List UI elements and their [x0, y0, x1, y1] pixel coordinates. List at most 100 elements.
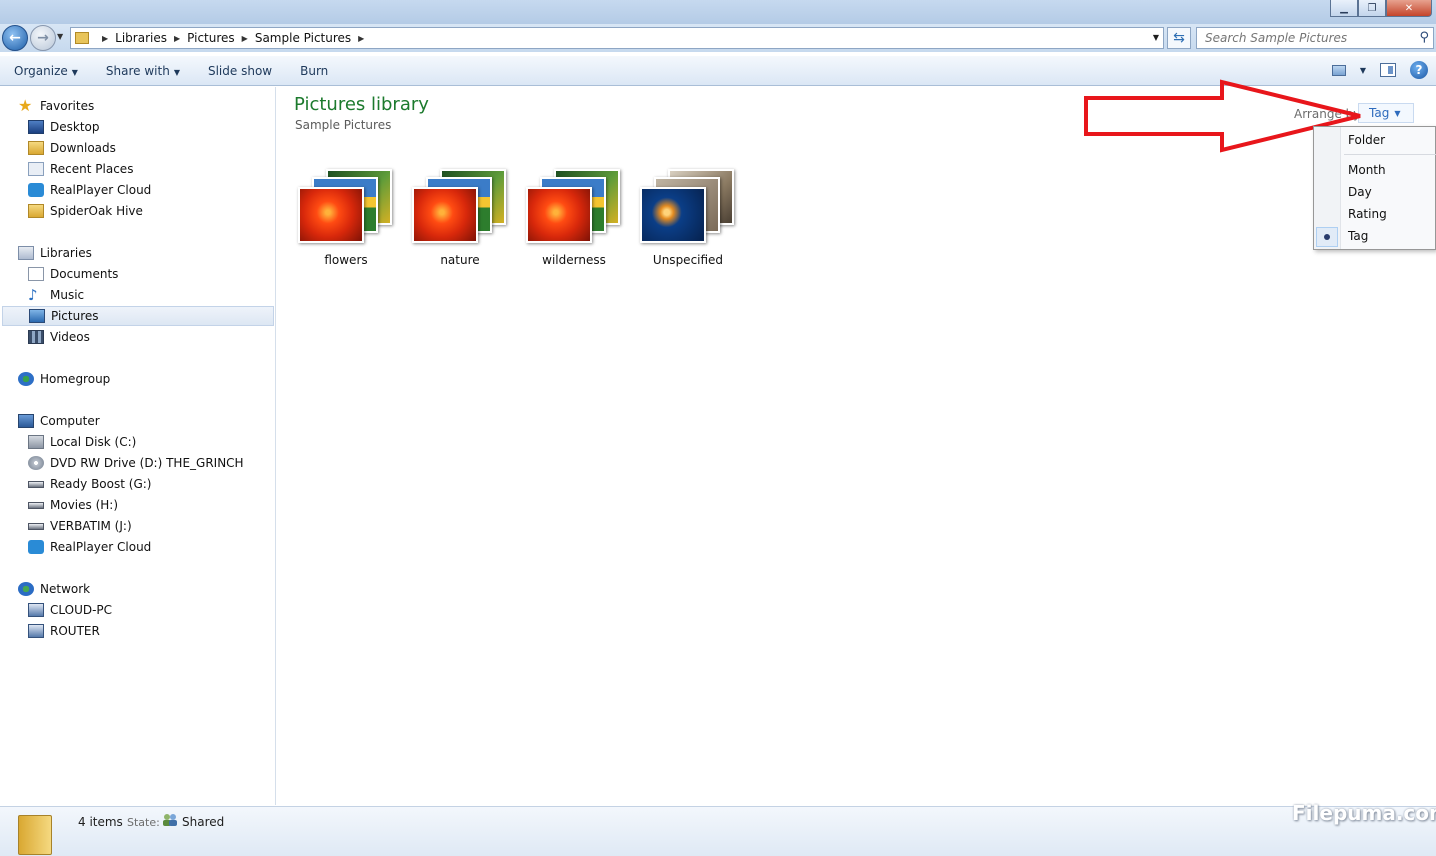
slide-show-button[interactable]: Slide show: [194, 64, 286, 78]
pictures-icon: [29, 309, 45, 323]
realplayer-cloud-icon: [28, 183, 44, 197]
breadcrumb-pictures[interactable]: Pictures: [187, 31, 235, 45]
homegroup-icon: [18, 372, 34, 386]
nav-label: Favorites: [40, 99, 95, 113]
music-note-icon: ♪: [28, 286, 38, 304]
item-count: 4 items: [78, 815, 123, 829]
nav-verbatim[interactable]: VERBATIM (J:): [28, 516, 132, 536]
computer-icon: [18, 414, 34, 428]
nav-documents[interactable]: Documents: [28, 264, 118, 284]
nav-label: SpiderOak Hive: [50, 204, 143, 218]
nav-computer[interactable]: Computer: [18, 411, 100, 431]
library-title: Pictures library: [294, 94, 429, 115]
nav-router[interactable]: ROUTER: [28, 621, 100, 641]
nav-dvd-drive[interactable]: DVD RW Drive (D:) THE_GRINCH: [28, 453, 244, 473]
search-input[interactable]: [1205, 31, 1405, 45]
nav-label: Network: [40, 582, 91, 596]
nav-libraries[interactable]: Libraries: [18, 243, 92, 263]
chevron-right-icon[interactable]: ▶: [102, 34, 108, 43]
dvd-icon: [28, 456, 44, 470]
stack-unspecified[interactable]: Unspecified: [638, 167, 744, 267]
burn-button[interactable]: Burn: [286, 64, 342, 78]
nav-favorites[interactable]: ★ Favorites: [18, 96, 94, 116]
share-with-button[interactable]: Share with ▼: [92, 64, 194, 78]
menu-item-tag[interactable]: Tag: [1348, 229, 1368, 243]
address-bar[interactable]: ▶ Libraries ▶ Pictures ▶ Sample Pictures…: [70, 27, 1164, 49]
recent-places-icon: [28, 162, 44, 176]
nav-local-disk[interactable]: Local Disk (C:): [28, 432, 136, 452]
status-bar: 4 items State: Shared Filepuma.com: [0, 801, 1436, 856]
nav-music[interactable]: ♪ Music: [28, 285, 84, 305]
menu-item-rating[interactable]: Rating: [1348, 207, 1387, 221]
address-history-dropdown[interactable]: ▼: [1153, 33, 1159, 42]
recent-pages-dropdown[interactable]: ▼: [57, 32, 63, 41]
removable-drive-icon: [28, 480, 44, 488]
organize-button[interactable]: Organize ▼: [0, 64, 92, 78]
network-icon: [18, 582, 34, 596]
nav-network[interactable]: Network: [18, 579, 90, 599]
state-label: State:: [127, 816, 160, 829]
help-icon[interactable]: ?: [1410, 61, 1428, 79]
hard-disk-icon: [28, 435, 44, 449]
navigation-pane: ★ Favorites Desktop Downloads Recent Plac…: [0, 87, 276, 805]
chevron-right-icon[interactable]: ▶: [174, 34, 180, 43]
nav-label: Downloads: [50, 141, 116, 155]
nav-videos[interactable]: Videos: [28, 327, 90, 347]
menu-item-folder[interactable]: Folder: [1348, 133, 1385, 147]
caret-down-icon: ▼: [173, 67, 180, 77]
back-button[interactable]: ←: [2, 25, 28, 51]
nav-label: Libraries: [40, 246, 92, 260]
menu-separator: [1344, 154, 1436, 155]
nav-movies[interactable]: Movies (H:): [28, 495, 118, 515]
stack-flowers[interactable]: flowers: [296, 167, 402, 267]
share-with-label: Share with: [105, 63, 170, 78]
nav-recent-places[interactable]: Recent Places: [28, 159, 133, 179]
nav-label: Desktop: [50, 120, 100, 134]
breadcrumb-libraries[interactable]: Libraries: [115, 31, 167, 45]
close-button[interactable]: ✕: [1386, 0, 1432, 17]
address-row: ← → ▼ ▶ Libraries ▶ Pictures ▶ Sample Pi…: [0, 24, 1436, 52]
photo-thumbnail: [640, 187, 706, 243]
stack-wilderness[interactable]: wilderness: [524, 167, 630, 267]
chevron-right-icon[interactable]: ▶: [358, 34, 364, 43]
stack-nature[interactable]: nature: [410, 167, 516, 267]
downloads-folder-icon: [28, 141, 44, 155]
nav-label: RealPlayer Cloud: [50, 183, 152, 197]
maximize-button[interactable]: ❐: [1358, 0, 1386, 17]
search-icon[interactable]: ⚲: [1419, 30, 1429, 45]
nav-ready-boost[interactable]: Ready Boost (G:): [28, 474, 151, 494]
menu-item-month[interactable]: Month: [1348, 163, 1386, 177]
view-options-dropdown[interactable]: ▼: [1360, 66, 1366, 75]
change-view-icon[interactable]: [1331, 64, 1346, 76]
film-strip-icon: [28, 330, 44, 344]
removable-drive-icon: [28, 501, 44, 509]
minimize-button[interactable]: ▁: [1330, 0, 1358, 17]
forward-button[interactable]: →: [30, 25, 56, 51]
nav-homegroup[interactable]: Homegroup: [18, 369, 110, 389]
folder-icon: [28, 204, 44, 218]
nav-desktop[interactable]: Desktop: [28, 117, 100, 137]
libraries-icon: [18, 246, 34, 260]
chevron-right-icon[interactable]: ▶: [242, 34, 248, 43]
caret-down-icon: ▼: [71, 67, 78, 77]
documents-icon: [28, 267, 44, 281]
nav-spideroak-hive[interactable]: SpiderOak Hive: [28, 201, 143, 221]
arrange-by-dropdown[interactable]: Tag ▼: [1358, 103, 1414, 123]
arrow-right-icon: →: [37, 30, 49, 46]
nav-realplayer-cloud-2[interactable]: RealPlayer Cloud: [28, 537, 151, 557]
photo-thumbnail: [298, 187, 364, 243]
selected-radio-icon: [1316, 227, 1338, 247]
search-box[interactable]: ⚲: [1196, 27, 1434, 49]
nav-pictures[interactable]: Pictures: [2, 306, 274, 326]
photo-thumbnail: [412, 187, 478, 243]
breadcrumb-sample-pictures[interactable]: Sample Pictures: [255, 31, 351, 45]
preview-pane-icon[interactable]: [1380, 63, 1396, 77]
desktop-icon: [28, 120, 44, 134]
refresh-button[interactable]: ⇆: [1167, 27, 1191, 49]
nav-downloads[interactable]: Downloads: [28, 138, 116, 158]
menu-item-day[interactable]: Day: [1348, 185, 1372, 199]
nav-cloud-pc[interactable]: CLOUD-PC: [28, 600, 112, 620]
arrow-left-icon: ←: [9, 30, 21, 46]
nav-realplayer-cloud[interactable]: RealPlayer Cloud: [28, 180, 151, 200]
library-subtitle[interactable]: Sample Pictures: [295, 118, 391, 132]
